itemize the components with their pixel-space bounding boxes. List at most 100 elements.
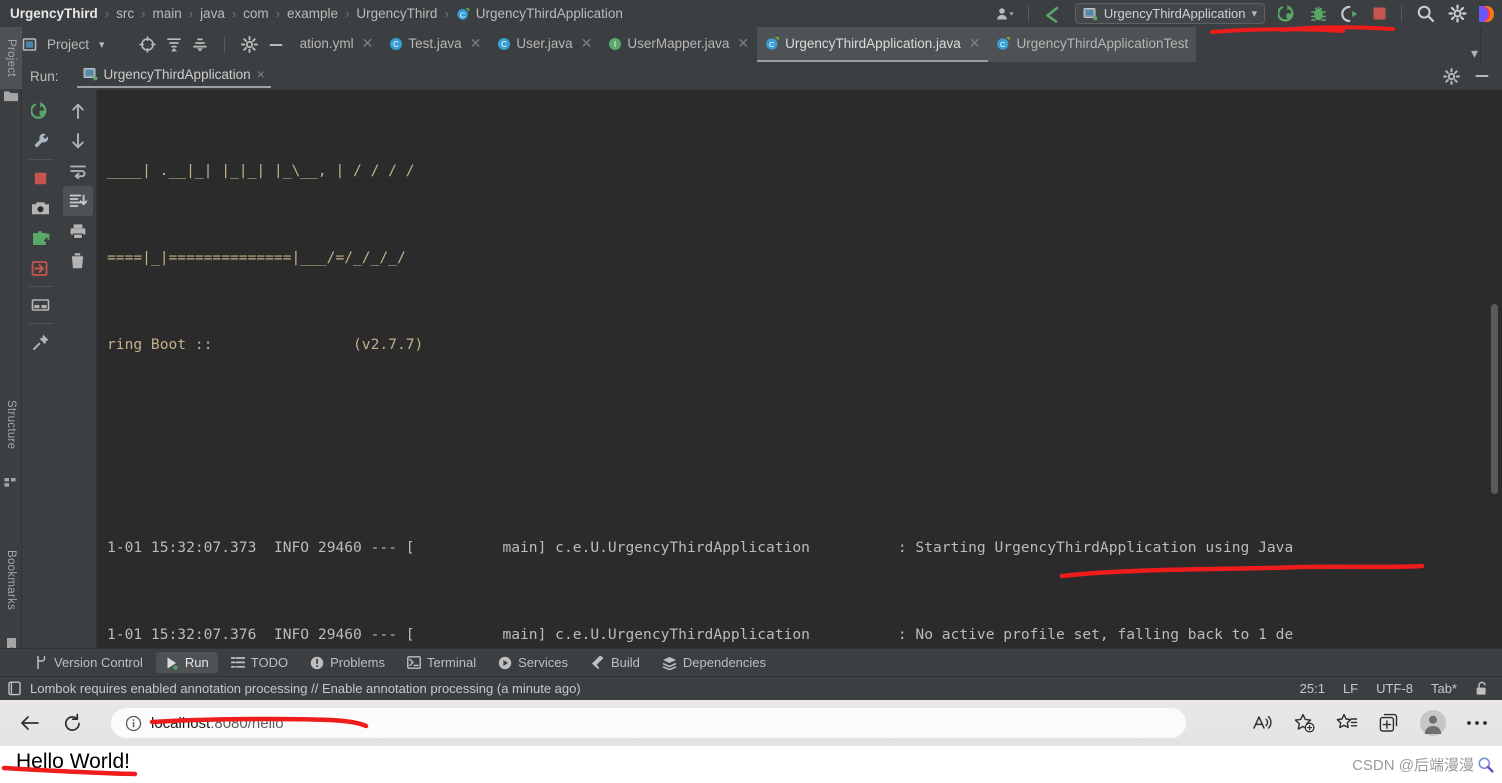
indent-setting[interactable]: Tab* (1431, 681, 1457, 696)
collapse-all-icon[interactable] (192, 37, 208, 53)
collections-icon[interactable] (1378, 713, 1400, 733)
editor-tab-urgencythirdapplicationtest[interactable]: C UrgencyThirdApplicationTest (988, 27, 1197, 62)
soft-wrap-icon[interactable] (63, 156, 93, 186)
tool-button-label: Dependencies (682, 655, 767, 670)
minimize-icon[interactable] (1474, 68, 1490, 84)
close-icon[interactable]: ✕ (969, 35, 981, 52)
rerun-icon[interactable] (26, 96, 56, 126)
log-pad (810, 626, 889, 643)
tool-button-build[interactable]: Build (581, 652, 649, 673)
tool-button-problems[interactable]: Problems (301, 652, 394, 673)
editor-tab-application-yml[interactable]: ation.yml ✕ (292, 27, 382, 62)
log-pid: 29460 (317, 539, 362, 556)
debug-bug-icon[interactable] (1304, 5, 1333, 23)
breadcrumb-item-5[interactable]: example (285, 6, 340, 21)
pin-icon[interactable] (26, 327, 56, 357)
puzzle-export-icon[interactable] (26, 223, 56, 253)
editor-tab-test-java[interactable]: C Test.java ✕ (381, 27, 489, 62)
chevron-down-icon[interactable]: ▾ (1471, 45, 1478, 62)
log-message: Starting UrgencyThirdApplication using J… (915, 539, 1294, 556)
stop-icon[interactable] (1366, 5, 1393, 22)
tool-button-todo[interactable]: TODO (222, 652, 297, 673)
breadcrumb-item-1[interactable]: src (114, 6, 136, 21)
java-class-icon: C (389, 37, 403, 51)
navbar-right-toolbar: UrgencyThirdApplication ▾ (992, 0, 1502, 27)
stop-icon[interactable] (26, 163, 56, 193)
favorites-list-icon[interactable] (1336, 713, 1358, 733)
screenshot-camera-icon[interactable] (26, 193, 56, 223)
tool-button-dependencies[interactable]: Dependencies (653, 652, 775, 673)
unlocked-icon[interactable] (1475, 681, 1488, 696)
person-dropdown-icon[interactable] (992, 6, 1020, 22)
sidebar-item-bookmarks[interactable]: Bookmarks (0, 525, 22, 635)
line-separator[interactable]: LF (1343, 681, 1358, 696)
reload-icon[interactable] (62, 713, 83, 734)
up-arrow-icon[interactable] (63, 96, 93, 126)
project-panel-icon[interactable] (22, 37, 37, 52)
layout-icon[interactable] (26, 290, 56, 320)
console-vertical-scrollbar[interactable] (1491, 304, 1498, 494)
expand-all-icon[interactable] (166, 37, 182, 53)
select-opened-file-icon[interactable] (138, 36, 156, 53)
run-configuration-label: UrgencyThirdApplication (1103, 6, 1246, 21)
project-panel-label[interactable]: Project (47, 37, 89, 52)
caret-position[interactable]: 25:1 (1300, 681, 1325, 696)
thread-dump-icon[interactable] (26, 253, 56, 283)
run-with-coverage-icon[interactable] (1335, 5, 1364, 23)
site-info-icon[interactable] (125, 715, 142, 732)
tool-button-terminal[interactable]: Terminal (398, 652, 485, 673)
ide-logo-icon[interactable] (1474, 5, 1498, 23)
run-icon[interactable] (1273, 4, 1302, 23)
editor-tab-user-java[interactable]: C User.java ✕ (489, 27, 600, 62)
print-icon[interactable] (63, 216, 93, 246)
wrench-icon[interactable] (26, 126, 56, 156)
screenshot-root: UrgencyThird › src › main › java › com ›… (0, 0, 1502, 783)
gear-icon[interactable] (1443, 67, 1460, 85)
breadcrumb-item-4[interactable]: com (241, 6, 271, 21)
address-bar[interactable]: localhost:8080/hello (111, 708, 1186, 738)
close-icon[interactable]: ✕ (737, 35, 749, 52)
file-encoding[interactable]: UTF-8 (1376, 681, 1413, 696)
close-icon[interactable]: × (257, 66, 265, 82)
close-icon[interactable]: ✕ (581, 35, 593, 52)
add-favorite-icon[interactable] (1294, 713, 1316, 734)
editor-tab-usermapper-java[interactable]: I UserMapper.java ✕ (600, 27, 757, 62)
sidebar-item-project[interactable]: Project (0, 27, 22, 89)
more-settings-icon[interactable] (1466, 719, 1488, 727)
read-aloud-icon[interactable] (1252, 713, 1274, 733)
chevron-down-icon[interactable]: ▾ (99, 38, 105, 51)
java-class-icon: C (497, 37, 511, 51)
terminal-icon (407, 656, 421, 669)
log-thread: main (502, 539, 538, 556)
down-arrow-icon[interactable] (63, 126, 93, 156)
sidebar-item-structure[interactable]: Structure (0, 377, 22, 473)
event-log-icon[interactable] (8, 681, 22, 696)
breadcrumb-item-0[interactable]: UrgencyThird (8, 6, 100, 21)
clear-all-trash-icon[interactable] (63, 246, 93, 276)
run-session-tab[interactable]: UrgencyThirdApplication × (76, 64, 271, 88)
console-output[interactable]: ____| .__|_| |_|_| |_\__, | / / / / ====… (96, 90, 1502, 648)
tool-button-version-control[interactable]: Version Control (26, 652, 152, 673)
breadcrumb-separator: › (345, 6, 350, 21)
breadcrumb-item-7[interactable]: UrgencyThirdApplication (474, 6, 625, 21)
editor-tab-urgencythirdapplication-java[interactable]: C UrgencyThirdApplication.java ✕ (757, 27, 989, 62)
run-configuration-selector[interactable]: UrgencyThirdApplication ▾ (1074, 3, 1265, 24)
structure-icon (4, 475, 18, 493)
breadcrumb-item-3[interactable]: java (198, 6, 227, 21)
scroll-to-end-icon[interactable] (62, 186, 93, 216)
gear-icon[interactable] (1443, 4, 1472, 23)
hide-panel-icon[interactable] (268, 37, 284, 53)
close-icon[interactable]: ✕ (470, 35, 482, 52)
tool-button-services[interactable]: Services (489, 652, 577, 673)
breadcrumb-item-2[interactable]: main (150, 6, 183, 21)
close-icon[interactable]: ✕ (362, 35, 374, 52)
back-arrow-icon[interactable] (18, 713, 42, 733)
breadcrumb-item-6[interactable]: UrgencyThird (354, 6, 439, 21)
chevron-down-icon[interactable]: ▾ (1251, 7, 1257, 20)
status-message[interactable]: Lombok requires enabled annotation proce… (30, 681, 581, 696)
search-icon[interactable] (1410, 4, 1441, 23)
profile-avatar-icon[interactable] (1420, 710, 1446, 736)
gear-icon[interactable] (240, 36, 258, 53)
tool-button-run[interactable]: Run (155, 652, 218, 673)
updates-arrow-icon[interactable] (1037, 5, 1067, 23)
